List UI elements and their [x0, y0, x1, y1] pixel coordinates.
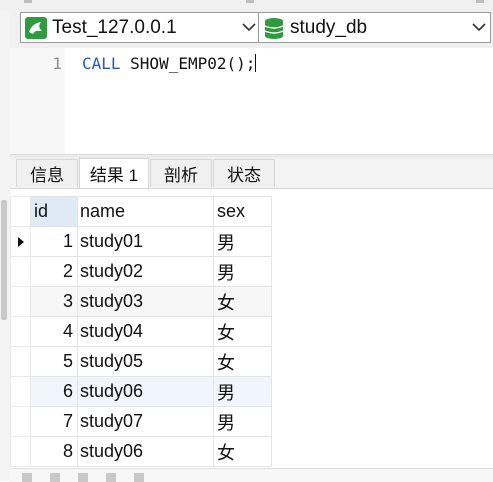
cell-id[interactable]: 6 [30, 376, 78, 407]
chevron-down-icon[interactable] [468, 23, 490, 32]
tab-info[interactable]: 信息 [16, 159, 78, 187]
cell-id[interactable]: 8 [30, 436, 78, 467]
chevron-down-icon[interactable] [238, 23, 260, 32]
row-indicator [10, 286, 31, 317]
table-row[interactable]: 5 study05 女 [10, 346, 272, 377]
database-select-label: study_db [290, 16, 368, 38]
window-top-strip [0, 0, 493, 10]
cell-name[interactable]: study03 [77, 286, 214, 317]
cell-sex[interactable]: 女 [213, 286, 272, 317]
connection-select-label: Test_127.0.0.1 [52, 16, 177, 38]
table-row[interactable]: 2 study02 男 [10, 256, 272, 287]
results-tabbar: 信息 结果 1 剖析 状态 [10, 158, 493, 189]
result-grid: id name sex 1 study01 男 2 study02 男 3 st… [10, 196, 493, 467]
cell-name[interactable]: study06 [77, 376, 214, 407]
column-header-sex[interactable]: sex [213, 196, 272, 227]
cell-sex[interactable]: 女 [213, 316, 272, 347]
top-strip-handle [246, 0, 254, 3]
row-indicator [10, 346, 31, 377]
top-strip-handle [476, 0, 484, 3]
result-table: id name sex 1 study01 男 2 study02 男 3 st… [10, 196, 272, 467]
tab-profile[interactable]: 剖析 [150, 159, 212, 187]
table-row[interactable]: 6 study06 男 [10, 376, 272, 407]
text-caret [255, 54, 257, 72]
row-indicator [10, 436, 31, 467]
cell-name[interactable]: study07 [77, 406, 214, 437]
cell-name[interactable]: study01 [77, 226, 214, 257]
left-scrollbar-thumb[interactable] [1, 200, 7, 320]
cell-sex[interactable]: 男 [213, 376, 272, 407]
cell-name[interactable]: study06 [77, 436, 214, 467]
cell-sex[interactable]: 男 [213, 406, 272, 437]
cell-name[interactable]: study02 [77, 256, 214, 287]
connection-icon [25, 16, 47, 39]
row-indicator [10, 256, 31, 287]
cell-sex[interactable]: 男 [213, 256, 272, 287]
row-indicator [10, 376, 31, 407]
table-row[interactable]: 1 study01 男 [10, 226, 272, 257]
cell-sex[interactable]: 女 [213, 346, 272, 377]
sql-code-line[interactable]: CALL SHOW_EMP02(); [82, 54, 257, 73]
top-strip-handle [24, 0, 32, 3]
left-panel-rail [0, 10, 10, 481]
row-indicator-header [10, 196, 31, 227]
editor-gutter: 1 [10, 48, 65, 154]
query-toolbar: Test_127.0.0.1 study_db [10, 10, 493, 48]
row-indicator [10, 406, 31, 437]
cell-id[interactable]: 7 [30, 406, 78, 437]
tab-status[interactable]: 状态 [213, 159, 275, 187]
tab-result-1[interactable]: 结果 1 [79, 158, 149, 188]
table-row[interactable]: 8 study06 女 [10, 436, 272, 467]
cell-sex[interactable]: 男 [213, 226, 272, 257]
table-header-row: id name sex [10, 196, 272, 227]
database-select[interactable]: study_db [258, 12, 491, 43]
cell-name[interactable]: study05 [77, 346, 214, 377]
cell-sex[interactable]: 女 [213, 436, 272, 467]
cell-id[interactable]: 2 [30, 256, 78, 287]
row-indicator [10, 316, 31, 347]
table-row[interactable]: 4 study04 女 [10, 316, 272, 347]
line-number: 1 [52, 54, 62, 73]
cell-id[interactable]: 1 [30, 226, 78, 257]
database-icon [263, 17, 285, 39]
column-header-id[interactable]: id [30, 196, 78, 227]
connection-select[interactable]: Test_127.0.0.1 [20, 12, 261, 43]
table-row[interactable]: 3 study03 女 [10, 286, 272, 317]
cell-id[interactable]: 3 [30, 286, 78, 317]
sql-keyword: CALL [82, 54, 121, 73]
sql-statement: SHOW_EMP02(); [120, 54, 256, 73]
cell-id[interactable]: 5 [30, 346, 78, 377]
column-header-name[interactable]: name [77, 196, 214, 227]
sql-editor[interactable]: 1 CALL SHOW_EMP02(); [10, 48, 493, 154]
table-row[interactable]: 7 study07 男 [10, 406, 272, 437]
current-row-indicator-icon [10, 226, 31, 257]
cell-name[interactable]: study04 [77, 316, 214, 347]
grid-statusbar [10, 468, 493, 482]
cell-id[interactable]: 4 [30, 316, 78, 347]
